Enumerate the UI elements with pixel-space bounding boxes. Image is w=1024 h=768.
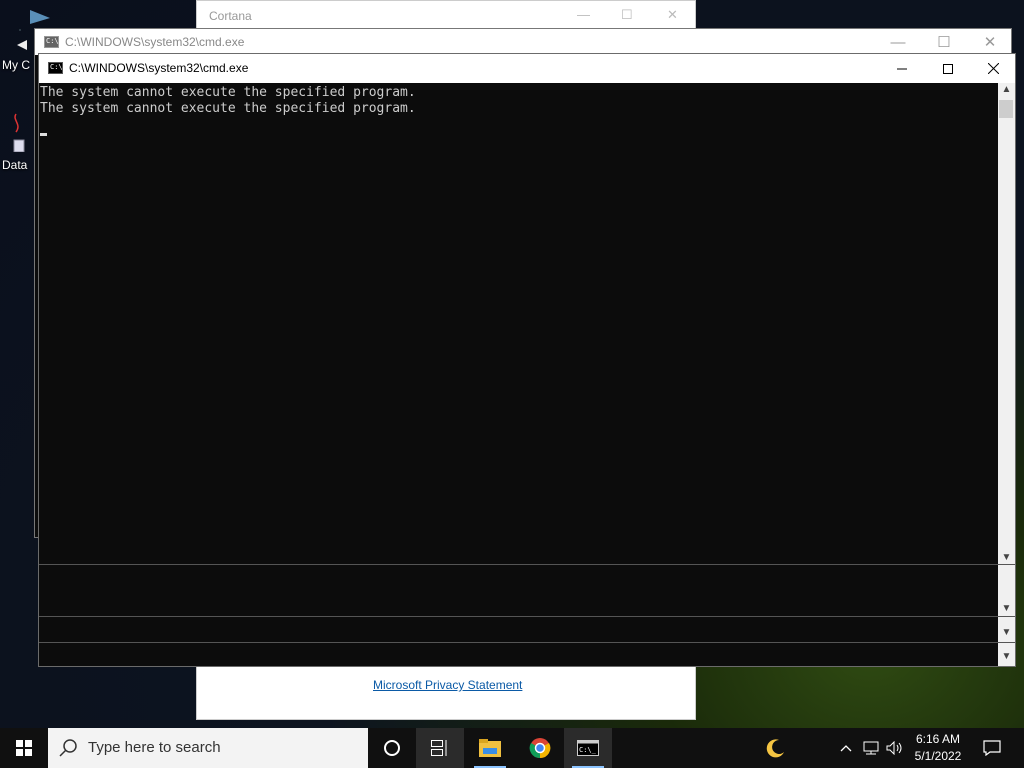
vertical-scrollbar[interactable]: ▲ ▼ <box>998 83 1015 565</box>
privacy-statement-link[interactable]: Microsoft Privacy Statement <box>373 678 522 692</box>
title-bar[interactable]: C:\ C:\WINDOWS\system32\cmd.exe <box>39 54 1015 83</box>
taskbar: Type here to search C:\_ 6:16 AM 5/1/202… <box>0 728 1024 768</box>
cmd-icon: C:\ <box>48 62 63 74</box>
maximize-button[interactable]: ☐ <box>621 7 633 23</box>
cortana-title: Cortana <box>209 9 252 23</box>
file-explorer-button[interactable] <box>466 728 514 768</box>
chrome-button[interactable] <box>516 728 564 768</box>
desktop-icon-label: My C <box>2 58 30 72</box>
console-line: The system cannot execute the specified … <box>40 85 416 100</box>
volume-button[interactable] <box>884 728 906 768</box>
taskbar-clock[interactable]: 6:16 AM 5/1/2022 <box>906 728 970 768</box>
start-button[interactable] <box>0 728 48 768</box>
notification-icon <box>983 740 1001 756</box>
night-light-icon <box>766 739 784 758</box>
cmd-window[interactable]: C:\ C:\WINDOWS\system32\cmd.exe The syst… <box>38 53 1016 667</box>
file-explorer-icon <box>479 739 501 757</box>
close-button[interactable]: ✕ <box>667 7 678 23</box>
show-hidden-icons-button[interactable] <box>836 728 856 768</box>
chrome-icon <box>529 738 551 759</box>
minimize-button[interactable]: — <box>577 7 590 22</box>
console-output[interactable]: The system cannot execute the specified … <box>39 83 999 565</box>
network-button[interactable] <box>860 728 882 768</box>
window-title: C:\WINDOWS\system32\cmd.exe <box>65 35 245 49</box>
window-title: C:\WINDOWS\system32\cmd.exe <box>69 61 249 75</box>
close-button[interactable]: ✕ <box>967 29 1013 55</box>
action-center-button[interactable] <box>976 728 1008 768</box>
maximize-button[interactable]: ☐ <box>921 29 967 55</box>
console-pane-3[interactable]: ▼ <box>39 616 1015 642</box>
windows-logo-icon <box>16 740 32 756</box>
file-icon <box>13 113 25 152</box>
desktop-flag-icon <box>30 10 50 24</box>
search-icon <box>59 739 77 757</box>
minimize-button[interactable] <box>879 54 925 83</box>
maximize-icon <box>943 63 953 74</box>
vertical-scrollbar[interactable]: ▼ <box>998 643 1015 666</box>
network-icon <box>863 741 879 755</box>
night-light-button[interactable] <box>758 728 794 768</box>
cmd-icon: C:\ <box>44 36 59 48</box>
volume-icon <box>886 741 902 755</box>
vertical-scrollbar[interactable]: ▼ <box>998 565 1015 616</box>
scroll-down-icon[interactable]: ▼ <box>998 602 1015 616</box>
chevron-up-icon <box>840 745 852 752</box>
svg-text:C:\_: C:\_ <box>579 746 597 754</box>
minimize-button[interactable]: — <box>875 29 921 55</box>
scroll-down-icon[interactable]: ▼ <box>998 650 1015 664</box>
scroll-down-icon[interactable]: ▼ <box>998 551 1015 565</box>
console-pane-2[interactable]: ▼ <box>39 564 1015 616</box>
clock-time: 6:16 AM <box>915 732 961 746</box>
desktop-icon-label: Data <box>2 158 28 172</box>
cortana-icon <box>384 740 400 756</box>
scroll-up-icon[interactable]: ▲ <box>998 83 1015 97</box>
scroll-thumb[interactable] <box>999 100 1013 118</box>
search-box[interactable]: Type here to search <box>48 728 368 768</box>
console-pane-4[interactable]: ▼ <box>39 642 1015 666</box>
cmd-icon: C:\_ <box>577 740 599 756</box>
task-view-icon <box>431 740 447 756</box>
title-bar[interactable]: C:\ C:\WINDOWS\system32\cmd.exe — ☐ ✕ <box>35 29 1011 55</box>
cortana-button[interactable] <box>368 728 416 768</box>
console-line: The system cannot execute the specified … <box>40 101 416 116</box>
computer-icon <box>17 40 27 50</box>
cmd-taskbar-button[interactable]: C:\_ <box>564 728 612 768</box>
vertical-scrollbar[interactable]: ▼ <box>998 617 1015 642</box>
scroll-down-icon[interactable]: ▼ <box>998 626 1015 640</box>
close-button[interactable] <box>970 54 1016 83</box>
close-icon <box>987 63 999 74</box>
clock-date: 5/1/2022 <box>914 749 962 763</box>
desktop-icon-computer[interactable]: My C <box>0 40 34 80</box>
search-placeholder: Type here to search <box>88 739 221 756</box>
desktop-icon-data[interactable]: Data <box>0 112 34 172</box>
minimize-icon <box>897 68 907 69</box>
maximize-button[interactable] <box>925 54 971 83</box>
task-view-button[interactable] <box>416 728 464 768</box>
text-cursor <box>40 133 47 136</box>
